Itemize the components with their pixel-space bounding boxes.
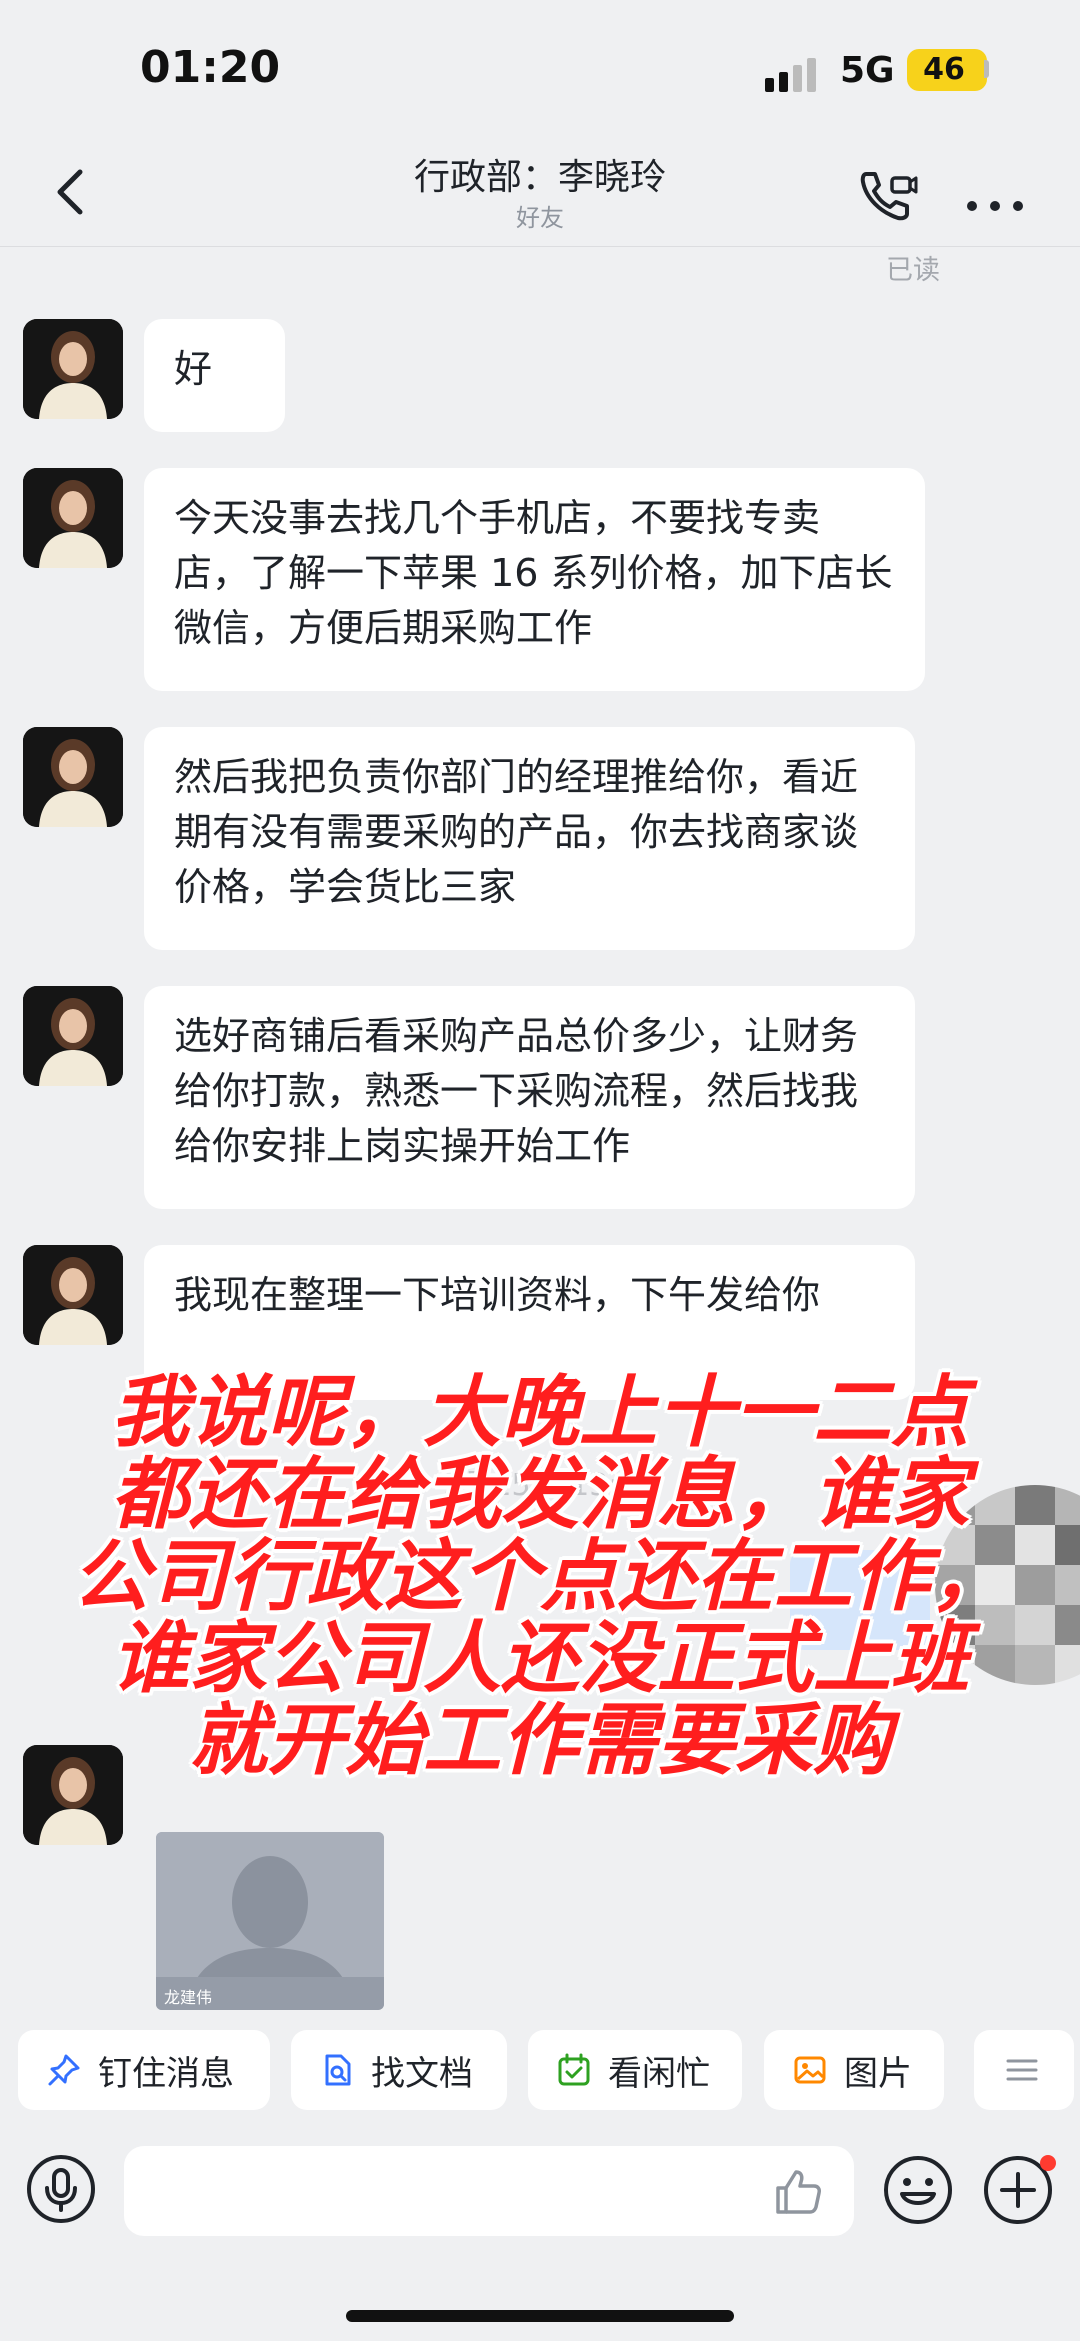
pin-icon — [48, 2054, 80, 2086]
contact-card-message[interactable]: 龙建伟 — [156, 1832, 384, 2010]
network-type: 5G — [840, 50, 895, 91]
status-bar: 01:20 5G 46 — [0, 0, 1080, 140]
signal-icon — [765, 58, 819, 92]
voice-input-button[interactable] — [26, 2154, 96, 2224]
sender-avatar[interactable] — [23, 727, 123, 827]
caption-line: 就开始工作需要采购 — [188, 1696, 891, 1786]
notification-dot — [1040, 2155, 1056, 2171]
more-icon — [967, 201, 1023, 211]
caption-line: 谁家公司人还没正式上班 — [110, 1614, 969, 1704]
quick-action-label: 看闲忙 — [608, 2053, 710, 2094]
back-button[interactable] — [40, 160, 104, 224]
overlay-caption: 我说呢，大晚上十一二点 都还在给我发消息，谁家 公司行政这个点还在工作， 谁家公… — [0, 1372, 1080, 1782]
emoji-icon — [884, 2156, 952, 2224]
read-receipt: 已读 — [886, 255, 940, 286]
battery-cap — [984, 60, 989, 78]
caption-line: 都还在给我发消息，谁家 — [110, 1450, 969, 1540]
quick-action-label: 图片 — [844, 2053, 912, 2094]
message-bubble[interactable]: 好 — [144, 319, 285, 432]
battery-icon: 46 — [907, 49, 987, 91]
microphone-icon — [27, 2155, 95, 2223]
emoji-button[interactable] — [882, 2154, 954, 2226]
calendar-icon — [558, 2053, 590, 2086]
sender-avatar[interactable] — [23, 468, 123, 568]
video-call-button[interactable] — [852, 160, 922, 230]
quick-action-label: 钉住消息 — [98, 2053, 234, 2094]
more-options-button[interactable] — [960, 160, 1030, 230]
relation-tag: 好友 — [516, 204, 564, 232]
quick-action-menu[interactable] — [974, 2030, 1074, 2110]
quick-action-find-doc[interactable]: 找文档 — [291, 2030, 507, 2110]
quick-action-pin[interactable]: 钉住消息 — [18, 2030, 270, 2110]
find-doc-icon — [325, 2054, 351, 2086]
battery-level: 46 — [923, 52, 965, 87]
caption-line: 公司行政这个点还在工作， — [71, 1532, 1008, 1622]
quick-action-label: 找文档 — [371, 2053, 473, 2094]
message-input[interactable] — [124, 2146, 854, 2236]
quick-action-availability[interactable]: 看闲忙 — [528, 2030, 742, 2110]
sender-avatar[interactable] — [23, 319, 123, 419]
message-bubble[interactable]: 选好商铺后看采购产品总价多少，让财务给你打款，熟悉一下采购流程，然后找我给你安排… — [144, 986, 915, 1209]
sender-avatar[interactable] — [23, 986, 123, 1086]
contact-card-name: 龙建伟 — [164, 1988, 213, 2007]
thumbs-up-button[interactable] — [770, 2164, 826, 2220]
chevron-left-icon — [57, 169, 83, 215]
caption-line: 我说呢，大晚上十一二点 — [110, 1368, 969, 1458]
phone-video-icon — [860, 172, 918, 221]
image-icon — [794, 2056, 826, 2084]
chat-title[interactable]: 行政部：李晓玲 — [240, 148, 840, 200]
thumbs-up-icon — [776, 2170, 821, 2214]
chat-header: 行政部：李晓玲 好友 — [0, 140, 1080, 247]
home-indicator[interactable] — [346, 2310, 734, 2322]
message-bubble[interactable]: 今天没事去找几个手机店，不要找专卖店，了解一下苹果 16 系列价格，加下店长微信… — [144, 468, 925, 691]
sender-avatar[interactable] — [23, 1245, 123, 1345]
message-bubble[interactable]: 然后我把负责你部门的经理推给你，看近期有没有需要采购的产品，你去找商家谈价格，学… — [144, 727, 915, 950]
status-time: 01:20 — [140, 42, 281, 93]
quick-action-image[interactable]: 图片 — [764, 2030, 944, 2110]
menu-icon — [1006, 2059, 1038, 2081]
